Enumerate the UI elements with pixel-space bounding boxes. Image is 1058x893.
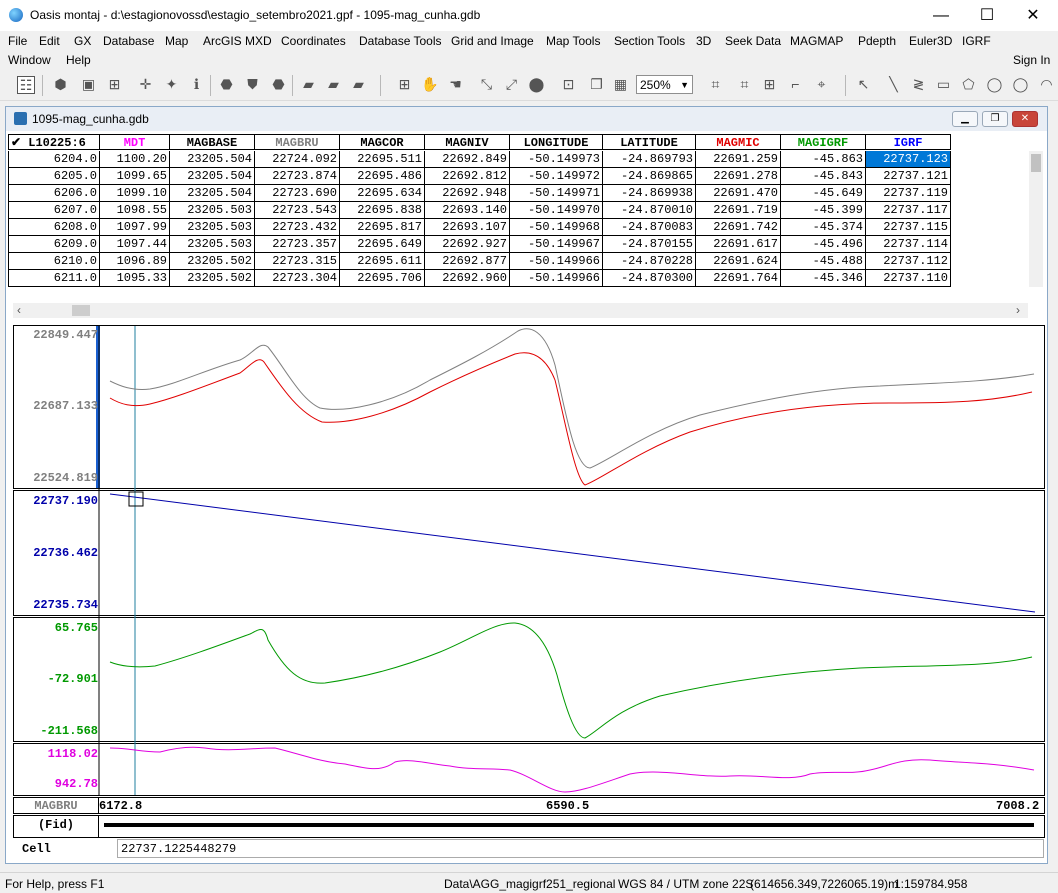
magbru-trace [109,328,1035,469]
magmic-trace [109,352,1033,486]
status-data: Data\AGG_magigrf251_regional [444,877,616,891]
x-axis-mid: 6590.5 [546,799,590,813]
cell-label: Cell [22,842,51,856]
magigrf-trace [109,622,1033,739]
x-axis-end: 7008.2 [996,799,1040,813]
x-axis-start: 6172.8 [99,799,143,813]
status-coords: (614656.349,7226065.19)m [750,877,899,891]
igrf-trace [109,493,1036,613]
cursor-marker [128,491,144,507]
mdt-trace [109,746,1035,793]
fid-range-bar[interactable] [104,823,1034,827]
status-scale: 1:159784.958 [894,877,968,891]
x-axis-row [13,797,1045,814]
profile-traces [98,326,1036,795]
status-bar: For Help, press F1 Data\AGG_magigrf251_r… [0,872,1058,893]
divider [98,816,99,837]
cell-value-field[interactable]: 22737.1225448279 [117,839,1044,858]
x-axis-channel: MAGBRU [34,799,78,813]
fid-label: (Fid) [37,818,74,832]
status-help: For Help, press F1 [5,877,105,891]
status-projection: WGS 84 / UTM zone 22S [618,877,754,891]
